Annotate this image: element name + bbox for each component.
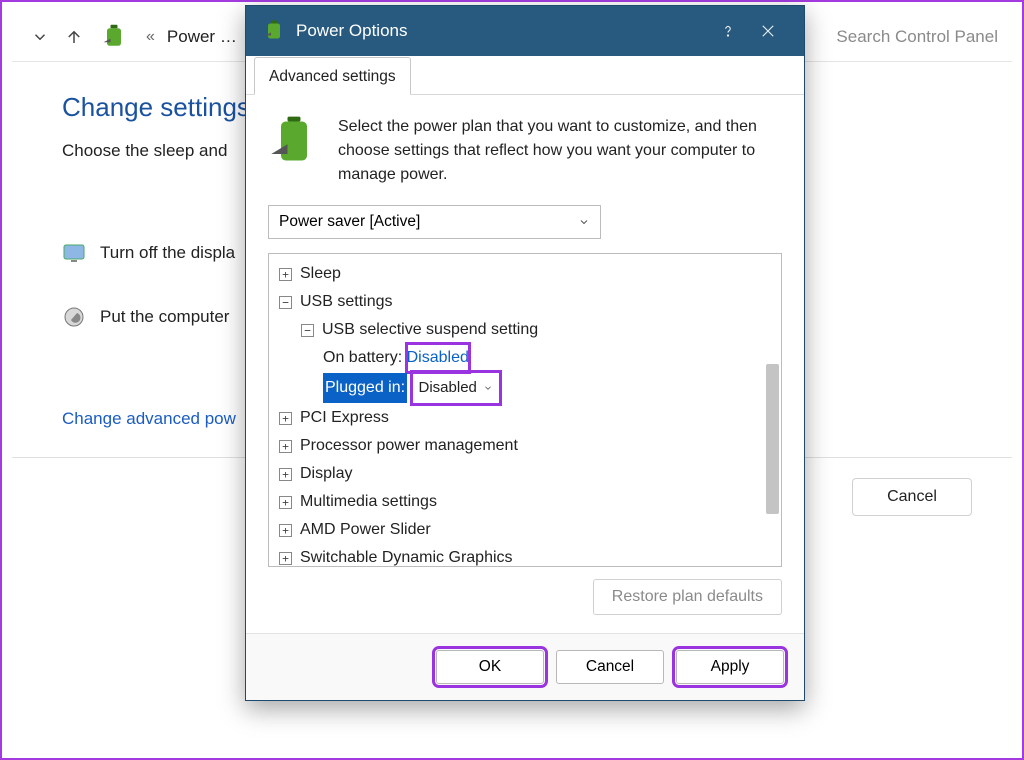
monitor-icon: [62, 241, 86, 265]
power-icon: [262, 19, 286, 43]
tree-item-amd-power-slider[interactable]: +AMD Power Slider: [273, 516, 777, 544]
cancel-button-background[interactable]: Cancel: [852, 478, 972, 516]
expand-icon[interactable]: +: [279, 468, 292, 481]
expand-icon[interactable]: +: [279, 496, 292, 509]
collapse-icon[interactable]: −: [301, 324, 314, 337]
sleep-icon: [62, 305, 86, 329]
power-icon: [100, 23, 128, 51]
tree-item-sleep[interactable]: +Sleep: [273, 260, 777, 288]
tree-item-pci-express[interactable]: +PCI Express: [273, 404, 777, 432]
dialog-button-row: OK Cancel Apply: [246, 633, 804, 700]
power-plan-combo[interactable]: Power saver [Active]: [268, 205, 601, 239]
apply-button[interactable]: Apply: [676, 650, 784, 684]
tab-advanced-settings[interactable]: Advanced settings: [254, 57, 411, 95]
close-icon: [759, 22, 777, 40]
arrow-up-icon: [65, 28, 83, 46]
dialog-titlebar[interactable]: Power Options: [246, 6, 804, 56]
tree-item-usb-settings[interactable]: −USB settings: [273, 288, 777, 316]
expand-icon[interactable]: +: [279, 552, 292, 565]
collapse-icon[interactable]: −: [279, 296, 292, 309]
chevron-down-icon: [31, 28, 49, 46]
tree-item-multimedia[interactable]: +Multimedia settings: [273, 488, 777, 516]
plugged-in-value: Disabled: [419, 374, 477, 402]
row-label: Turn off the displa: [100, 243, 235, 263]
ok-button[interactable]: OK: [436, 650, 544, 684]
dialog-title: Power Options: [296, 21, 708, 41]
tree-item-display[interactable]: +Display: [273, 460, 777, 488]
power-plan-value: Power saver [Active]: [279, 213, 420, 231]
on-battery-value[interactable]: Disabled: [407, 349, 469, 366]
plugged-in-combo[interactable]: Disabled: [412, 372, 500, 404]
plugged-in-label: Plugged in:: [323, 373, 407, 403]
tree-scrollbar[interactable]: [766, 364, 779, 514]
tree-item-on-battery[interactable]: On battery: Disabled: [273, 344, 777, 372]
expand-icon[interactable]: +: [279, 524, 292, 537]
dialog-content: Select the power plan that you want to c…: [246, 95, 804, 633]
search-input[interactable]: Search Control Panel: [836, 27, 998, 47]
chevron-down-icon: [483, 383, 493, 393]
breadcrumb-separator: «: [146, 28, 155, 46]
expand-icon[interactable]: +: [279, 268, 292, 281]
power-icon-large: [268, 115, 320, 167]
help-icon: [719, 22, 737, 40]
tree-item-processor-power[interactable]: +Processor power management: [273, 432, 777, 460]
chevron-down-icon: [578, 216, 590, 228]
power-options-dialog: Power Options Advanced settings Select t…: [245, 5, 805, 701]
dialog-tabstrip: Advanced settings: [246, 56, 804, 95]
up-button[interactable]: [60, 23, 88, 51]
restore-defaults-button[interactable]: Restore plan defaults: [593, 579, 782, 615]
cancel-button[interactable]: Cancel: [556, 650, 664, 684]
tree-item-usb-selective-suspend[interactable]: −USB selective suspend setting: [273, 316, 777, 344]
dialog-description: Select the power plan that you want to c…: [338, 115, 782, 187]
tree-item-switchable-graphics[interactable]: +Switchable Dynamic Graphics: [273, 544, 777, 567]
close-button[interactable]: [748, 11, 788, 51]
expand-icon[interactable]: +: [279, 412, 292, 425]
settings-tree[interactable]: +Sleep −USB settings −USB selective susp…: [268, 253, 782, 567]
breadcrumb[interactable]: Power …: [167, 27, 237, 47]
back-button[interactable]: [26, 23, 54, 51]
link-advanced-power[interactable]: Change advanced pow: [62, 409, 236, 429]
help-button[interactable]: [708, 11, 748, 51]
tree-item-plugged-in[interactable]: Plugged in: Disabled: [273, 372, 777, 404]
expand-icon[interactable]: +: [279, 440, 292, 453]
row-label: Put the computer: [100, 307, 229, 327]
